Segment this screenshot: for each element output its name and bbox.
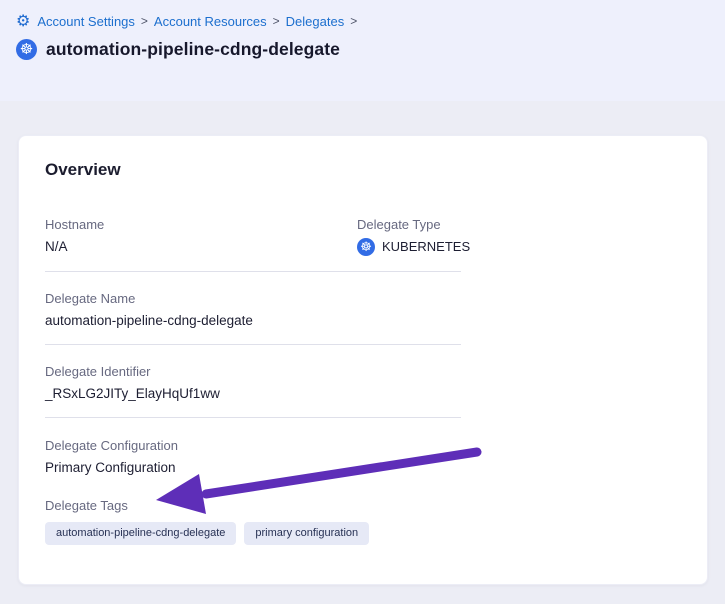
delegate-type-value: KUBERNETES: [382, 238, 470, 256]
divider: [45, 417, 461, 418]
page-title: automation-pipeline-cdng-delegate: [46, 39, 340, 60]
delegate-identifier-label: Delegate Identifier: [45, 364, 681, 380]
hostname-label: Hostname: [45, 217, 357, 233]
divider: [45, 271, 461, 272]
delegate-identifier-field: Delegate Identifier _RSxLG2JITy_ElayHqUf…: [45, 364, 681, 402]
hostname-value: N/A: [45, 238, 357, 255]
overview-heading: Overview: [45, 160, 681, 180]
delegate-name-value: automation-pipeline-cdng-delegate: [45, 312, 681, 329]
hostname-field: Hostname N/A: [45, 217, 357, 256]
delegate-type-label: Delegate Type: [357, 217, 470, 233]
delegate-identifier-value: _RSxLG2JITy_ElayHqUf1ww: [45, 385, 681, 402]
kubernetes-icon: ☸: [16, 39, 37, 60]
delegate-configuration-field: Delegate Configuration Primary Configura…: [45, 438, 681, 476]
delegate-tags-list: automation-pipeline-cdng-delegate primar…: [45, 522, 681, 545]
delegate-configuration-label: Delegate Configuration: [45, 438, 681, 454]
delegate-tags-field: Delegate Tags automation-pipeline-cdng-d…: [45, 498, 681, 545]
overview-card: Overview Hostname N/A Delegate Type ☸ KU…: [18, 135, 708, 585]
delegate-tags-label: Delegate Tags: [45, 498, 681, 514]
gear-icon: ⚙: [16, 13, 30, 29]
tag-chip: primary configuration: [244, 522, 369, 545]
breadcrumb-separator: >: [350, 14, 357, 28]
breadcrumb-delegates[interactable]: Delegates: [286, 14, 345, 29]
header-band: ⚙ Account Settings > Account Resources >…: [0, 0, 725, 101]
delegate-name-label: Delegate Name: [45, 291, 681, 307]
kubernetes-icon: ☸: [357, 238, 375, 256]
delegate-name-field: Delegate Name automation-pipeline-cdng-d…: [45, 291, 681, 329]
breadcrumb-account-settings[interactable]: Account Settings: [37, 14, 135, 29]
hostname-type-row: Hostname N/A Delegate Type ☸ KUBERNETES: [45, 217, 681, 256]
breadcrumb-separator: >: [141, 14, 148, 28]
delegate-type-field: Delegate Type ☸ KUBERNETES: [357, 217, 470, 256]
delegate-configuration-value: Primary Configuration: [45, 459, 681, 476]
tag-chip: automation-pipeline-cdng-delegate: [45, 522, 236, 545]
page-title-row: ☸ automation-pipeline-cdng-delegate: [16, 39, 340, 60]
breadcrumb: ⚙ Account Settings > Account Resources >…: [16, 13, 357, 29]
divider: [45, 344, 461, 345]
breadcrumb-separator: >: [273, 14, 280, 28]
breadcrumb-account-resources[interactable]: Account Resources: [154, 14, 267, 29]
